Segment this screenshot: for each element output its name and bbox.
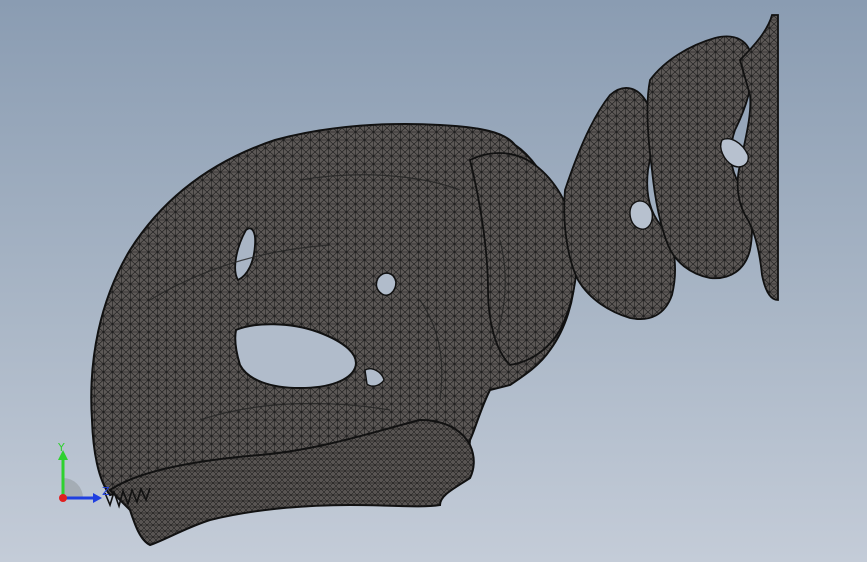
small-foramen: [375, 272, 397, 297]
z-axis-head: [93, 493, 102, 503]
mesh-model[interactable]: [0, 0, 867, 562]
orientation-triad: Y Z: [50, 440, 120, 510]
x-axis-point: [59, 494, 67, 502]
vertebra-gap-1: [629, 200, 653, 230]
triad-y-label: Y: [58, 441, 65, 454]
triad-z-label: Z: [102, 485, 110, 498]
triad-quadrant: [63, 478, 83, 498]
graphics-viewport[interactable]: Y Z: [0, 0, 867, 562]
